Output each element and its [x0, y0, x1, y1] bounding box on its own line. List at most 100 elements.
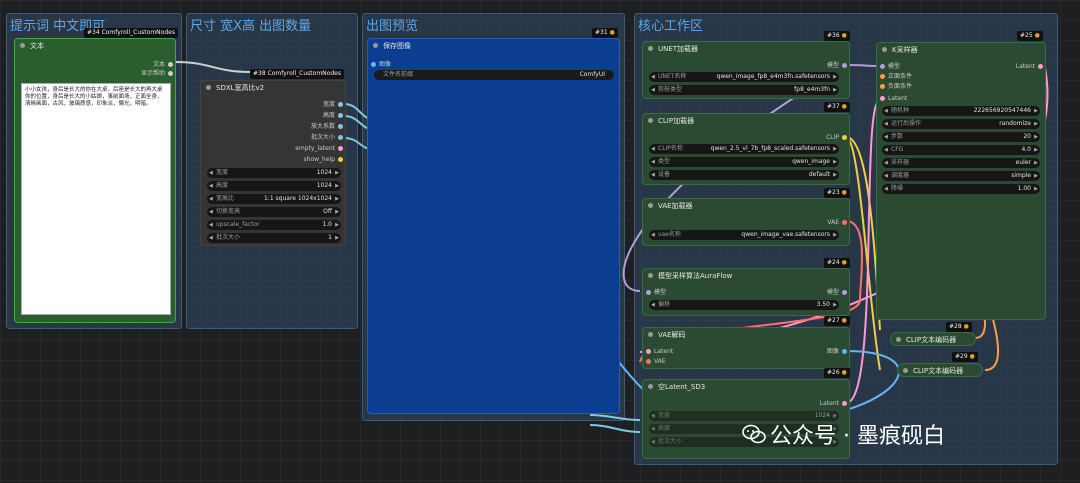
- help-out-socket[interactable]: [168, 71, 173, 76]
- ksampler-badge: #25 ●: [1017, 31, 1043, 41]
- vae-loader-badge: #23 ●: [824, 188, 850, 198]
- ks-in-pos-socket[interactable]: [880, 74, 885, 79]
- model-sampling-node[interactable]: 模型采样算法AuraFlow 模型 模型 偏移3.50: [642, 268, 850, 316]
- clip-encode-b-title[interactable]: CLIP文本编码器: [898, 364, 982, 376]
- clip-encode-b-badge: #29 ●: [952, 352, 978, 362]
- sampling-node-badge: #24 ●: [824, 258, 850, 268]
- clip-loader-node[interactable]: CLIP加载器 CLIP CLIP名称qwen_2.5_vl_7b_fp8_sc…: [642, 113, 850, 185]
- decode-out-image: 图像: [826, 348, 839, 355]
- sdxl-aspect-widget[interactable]: 宽高比1:1 square 1024x1024: [207, 194, 341, 204]
- ksampler-title[interactable]: K采样器: [877, 43, 1045, 57]
- save-in-image: 图像: [379, 61, 392, 68]
- clip-out-socket[interactable]: [842, 135, 847, 140]
- watermark-text: 公众号 · 墨痕砚白: [770, 424, 945, 449]
- unet-out-model: 模型: [826, 62, 839, 69]
- decode-in-latent-socket[interactable]: [646, 349, 651, 354]
- sampling-node-title[interactable]: 模型采样算法AuraFlow: [643, 269, 849, 283]
- wechat-icon: [742, 424, 766, 444]
- unet-node-title[interactable]: UNET加载器: [643, 42, 849, 56]
- sampling-in-model: 模型: [654, 289, 667, 296]
- sdxl-node-badge: #38 Comfyroll_CustomNodes: [250, 69, 344, 79]
- sdxl-upscale-widget[interactable]: upscale_factor1.0: [207, 220, 341, 230]
- latent-node-title[interactable]: 空Latent_SD3: [643, 380, 849, 394]
- sdxl-out-show-help: show_help: [303, 156, 335, 163]
- prompt-textarea[interactable]: 小小女孩，身后是长大的你在大桌，后座是长大的再大桌你的位置，身后是长大的小姑娘，…: [21, 83, 171, 315]
- save-in-image-socket[interactable]: [371, 62, 376, 67]
- ks-in-latent: Latent: [888, 95, 908, 102]
- clip-node-badge: #37 ●: [824, 102, 850, 112]
- ks-in-model: 模型: [888, 63, 901, 70]
- vae-name-widget[interactable]: vae名称qwen_image_vae.safetensors: [649, 230, 839, 240]
- sdxl-out-help-socket[interactable]: [338, 157, 343, 162]
- sdxl-out-height-socket[interactable]: [338, 113, 343, 118]
- sdxl-node[interactable]: SDXL宽高比v2 宽度 高度 放大系数 批次大小 empty_latent s…: [200, 80, 346, 246]
- ks-in-model-socket[interactable]: [880, 64, 885, 69]
- clip-device-widget[interactable]: 设备default: [649, 170, 839, 180]
- sdxl-out-width-socket[interactable]: [338, 102, 343, 107]
- group-preview-title: 出图预览: [366, 19, 419, 34]
- decode-out-socket[interactable]: [842, 349, 847, 354]
- ks-out-socket[interactable]: [1038, 64, 1043, 69]
- unet-dtype-widget[interactable]: 剪枝类型fp8_e4m3fn: [649, 85, 839, 95]
- latent-out-socket[interactable]: [842, 401, 847, 406]
- save-image-node[interactable]: 保存图像 图像 文件名前缀 ComfyUI: [367, 38, 620, 414]
- sampler-widget[interactable]: 采样器euler: [882, 158, 1040, 168]
- decode-in-vae-socket[interactable]: [646, 359, 651, 364]
- unet-out-socket[interactable]: [842, 63, 847, 68]
- sampling-in-socket[interactable]: [646, 290, 651, 295]
- vae-loader-out-socket[interactable]: [842, 220, 847, 225]
- unet-loader-node[interactable]: UNET加载器 模型 UNET名称qwen_image_fp8_e4m3fn.s…: [642, 41, 850, 99]
- ksampler-node[interactable]: K采样器 模型 正面条件 负面条件 Latent Latent 随机种22265…: [876, 42, 1046, 320]
- unet-name-widget[interactable]: UNET名称qwen_image_fp8_e4m3fn.safetensors: [649, 72, 839, 82]
- sampling-out-model: 模型: [826, 289, 839, 296]
- sdxl-out-width: 宽度: [322, 101, 335, 108]
- save-node-title[interactable]: 保存图像: [368, 39, 619, 53]
- text-node-title[interactable]: 文本: [15, 39, 175, 53]
- sdxl-out-latent-socket[interactable]: [338, 146, 343, 151]
- vae-loader-node[interactable]: VAE加载器 VAE vae名称qwen_image_vae.safetenso…: [642, 198, 850, 246]
- text-out-socket[interactable]: [168, 62, 173, 67]
- ks-in-negative: 负面条件: [888, 83, 913, 90]
- sdxl-out-batch-socket[interactable]: [338, 135, 343, 140]
- clip-out: CLIP: [826, 134, 839, 141]
- sdxl-out-empty-latent: empty_latent: [295, 145, 335, 152]
- unet-node-badge: #36 ●: [824, 31, 850, 41]
- clip-encode-a-title[interactable]: CLIP文本编码器: [891, 333, 975, 345]
- sdxl-width-widget[interactable]: 宽度1024: [207, 168, 341, 178]
- sdxl-batch-widget[interactable]: 批次大小1: [207, 233, 341, 243]
- sampling-out-socket[interactable]: [842, 290, 847, 295]
- text-node-out-help: 显示帮助: [140, 70, 165, 77]
- shift-widget[interactable]: 偏移3.50: [649, 300, 839, 310]
- group-core-title: 核心工作区: [638, 19, 704, 34]
- denoise-widget[interactable]: 降噪1.00: [882, 184, 1040, 194]
- sdxl-height-widget[interactable]: 高度1024: [207, 181, 341, 191]
- clip-encode-a-node[interactable]: CLIP文本编码器: [890, 332, 976, 346]
- vae-decode-badge: #27 ●: [824, 316, 850, 326]
- clip-type-widget[interactable]: 类型qwen_image: [649, 157, 839, 167]
- sdxl-out-height: 高度: [322, 112, 335, 119]
- sdxl-swap-widget[interactable]: 切换宽高Off: [207, 207, 341, 217]
- vae-loader-title[interactable]: VAE加载器: [643, 199, 849, 213]
- steps-widget[interactable]: 步数20: [882, 132, 1040, 142]
- clip-encode-a-badge: #28 ●: [946, 322, 972, 332]
- vae-decode-node[interactable]: VAE解码 Latent VAE 图像: [642, 327, 850, 369]
- text-node[interactable]: 文本 文本 显示帮助 小小女孩，身后是长大的你在大桌，后座是长大的再大桌你的位置…: [14, 38, 176, 323]
- latent-out: Latent: [819, 400, 839, 407]
- ks-in-neg-socket[interactable]: [880, 84, 885, 89]
- text-node-badge: #34 Comfyroll_CustomNodes: [84, 28, 178, 38]
- group-size-title: 尺寸 宽X高 出图数量: [190, 19, 312, 34]
- clip-name-widget[interactable]: CLIP名称qwen_2.5_vl_7b_fp8_scaled.safetens…: [649, 144, 839, 154]
- sdxl-out-scale: 放大系数: [310, 123, 335, 130]
- seed-widget[interactable]: 随机种222656920547446: [882, 106, 1040, 116]
- scheduler-widget[interactable]: 调度器simple: [882, 171, 1040, 181]
- vae-decode-title[interactable]: VAE解码: [643, 328, 849, 342]
- sdxl-out-scale-socket[interactable]: [338, 124, 343, 129]
- decode-in-vae: VAE: [654, 358, 666, 365]
- control-after-widget[interactable]: 运行后操作randomize: [882, 119, 1040, 129]
- filename-prefix-widget[interactable]: 文件名前缀 ComfyUI: [374, 70, 614, 80]
- cfg-widget[interactable]: CFG4.0: [882, 145, 1040, 155]
- sdxl-node-title[interactable]: SDXL宽高比v2: [201, 81, 345, 95]
- clip-node-title[interactable]: CLIP加载器: [643, 114, 849, 128]
- ks-in-latent-socket[interactable]: [880, 96, 885, 101]
- clip-encode-b-node[interactable]: CLIP文本编码器: [897, 363, 983, 377]
